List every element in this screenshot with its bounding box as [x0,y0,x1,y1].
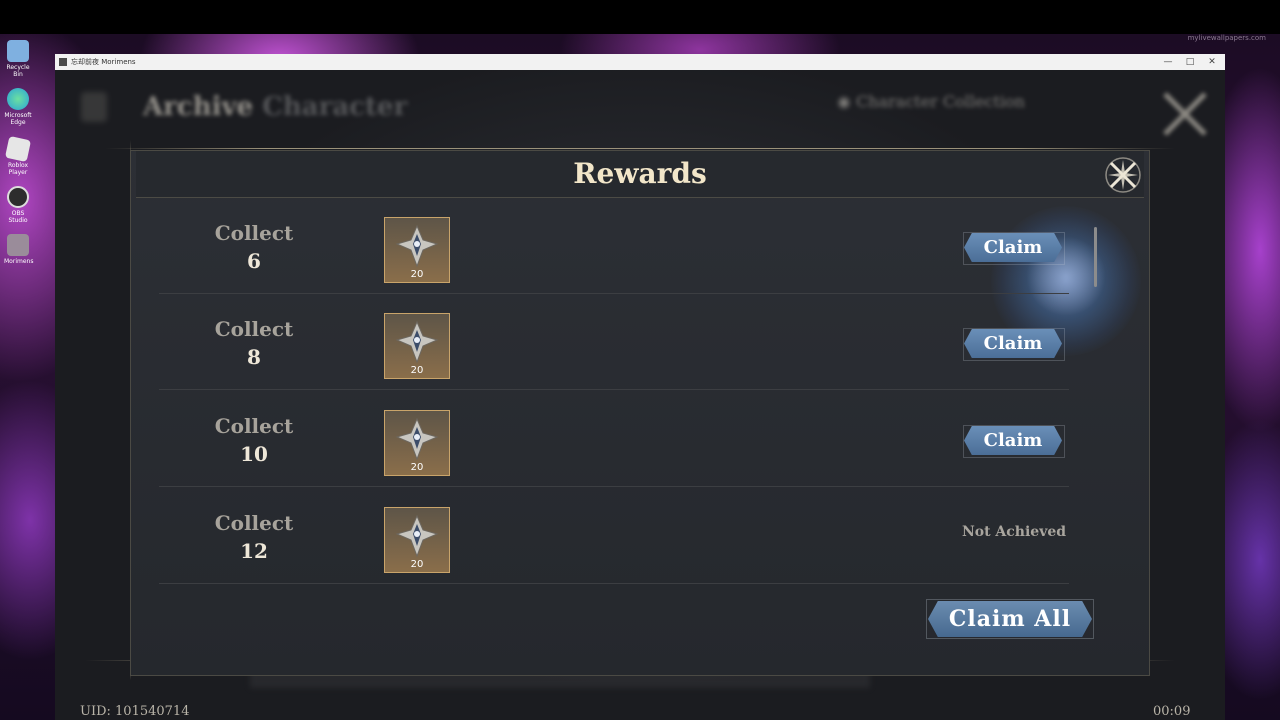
recording-timer: 00:09 [1153,704,1191,719]
roblox-icon [4,135,32,163]
background-close-icon [1163,92,1207,136]
dialog-title: Rewards [573,157,707,190]
desktop-icon-label: OBS Studio [8,210,28,224]
desktop-icon-label: Microsoft Edge [4,112,32,126]
desktop-icon-morimens[interactable]: Morimens [4,234,34,265]
claim-all-button[interactable]: Claim All [928,601,1092,637]
collect-label: Collect 12 [199,509,309,565]
desktop-icon-label: Morimens [4,258,34,265]
item-quantity: 20 [410,269,424,280]
reward-row: Collect 10 20 Claim [159,390,1069,487]
reward-item-slot[interactable]: 20 [384,313,450,379]
item-quantity: 20 [410,365,424,376]
recycle-bin-icon [7,40,29,62]
archive-title-blurred: Archive Character [143,92,407,122]
item-quantity: 20 [410,462,424,473]
reward-row: Collect 12 20 Not Achieved [159,487,1069,584]
collect-label: Collect 10 [199,412,309,468]
collect-count: 10 [240,442,268,466]
desktop-icon-edge[interactable]: Microsoft Edge [4,88,32,126]
claim-button[interactable]: Claim [964,329,1062,358]
collect-count: 6 [247,249,261,273]
desktop-icon-obs[interactable]: OBS Studio [4,186,32,224]
crystal-item-icon [395,224,439,268]
reward-row: Collect 8 20 Claim [159,293,1069,390]
crystal-item-icon [395,417,439,461]
app-icon [59,58,67,66]
window-close-button[interactable]: ✕ [1201,55,1223,69]
dialog-frame-top-line [105,148,1175,149]
reward-item-slot[interactable]: 20 [384,410,450,476]
reward-item-slot[interactable]: 20 [384,507,450,573]
rewards-scrollbar[interactable] [1094,227,1097,287]
item-quantity: 20 [410,559,424,570]
collect-count: 8 [247,345,261,369]
morimens-icon [7,234,29,256]
reward-row: Collect 6 20 Claim [159,197,1069,294]
reward-item-slot[interactable]: 20 [384,217,450,283]
collect-text: Collect [214,221,294,245]
collect-label: Collect 8 [199,315,309,371]
window-title: 忘却前夜 Morimens [71,58,136,66]
wallpaper-watermark: mylivewallpapers.com [1187,34,1266,42]
claim-button[interactable]: Claim [964,233,1062,262]
collect-text: Collect [214,317,294,341]
archive-title-main: Archive [143,92,254,122]
claim-button[interactable]: Claim [964,426,1062,455]
collect-count: 12 [240,539,268,563]
crystal-item-icon [395,320,439,364]
rewards-dialog: Rewards Collect 6 20 Claim Collect 8 20 … [130,150,1150,676]
not-achieved-status: Not Achieved [961,524,1067,540]
edge-icon [7,88,29,110]
collection-icon: ◉ [837,92,857,111]
maximize-button[interactable]: □ [1179,55,1201,69]
back-button-blurred [81,92,107,122]
obs-icon [7,186,29,208]
desktop-icon-roblox[interactable]: Roblox Player [4,135,32,176]
desktop-icon-recycle-bin[interactable]: Recycle Bin [4,40,32,78]
window-title-bar[interactable]: 忘却前夜 Morimens — □ ✕ [55,54,1225,70]
character-collection-blurred: ◉ Character Collection [837,92,1025,111]
archive-title-sub: Character [262,92,408,122]
crystal-item-icon [395,514,439,558]
game-window: 忘却前夜 Morimens — □ ✕ Archive Character ◉ … [55,54,1225,720]
desktop-icon-label: Roblox Player [7,162,29,176]
top-black-bar [0,0,1280,34]
minimize-button[interactable]: — [1157,55,1179,69]
game-viewport: Archive Character ◉ Character Collection… [55,70,1225,720]
collection-label: Character Collection [856,92,1025,111]
player-uid: UID: 101540714 [80,704,190,719]
desktop-icon-label: Recycle Bin [6,64,30,78]
collect-text: Collect [214,414,294,438]
close-x-icon[interactable] [1104,156,1142,194]
collect-label: Collect 6 [199,219,309,275]
collect-text: Collect [214,511,294,535]
